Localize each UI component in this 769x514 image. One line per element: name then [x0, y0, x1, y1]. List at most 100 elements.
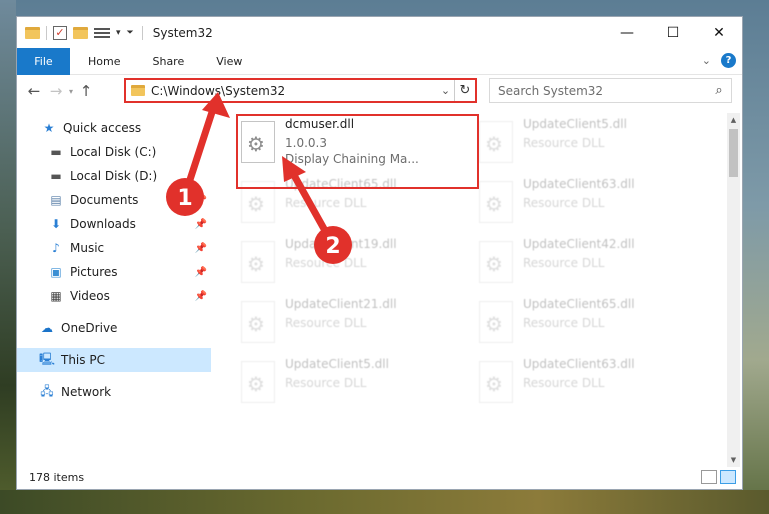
properties-check-icon[interactable]: ✓	[53, 25, 67, 40]
chevron-down-icon[interactable]: ⌄	[437, 80, 455, 101]
file-description: Resource DLL	[523, 136, 605, 150]
address-path[interactable]: C:\Windows\System32	[151, 84, 437, 98]
expand-ribbon-icon[interactable]: ⌄	[702, 54, 711, 67]
file-name: UpdateClient65.dll	[285, 177, 397, 191]
pin-icon[interactable]: 📌	[195, 219, 207, 230]
sidebar-item-local-disk-c[interactable]: ▬ Local Disk (C:)	[17, 140, 211, 164]
sidebar-item-network[interactable]: 🖧 Network	[17, 380, 211, 404]
divider	[141, 25, 143, 40]
sidebar-item-label: Local Disk (D:)	[70, 169, 158, 183]
window-controls: — ☐ ✕	[604, 17, 742, 48]
sidebar-item-label: Local Disk (C:)	[70, 145, 157, 159]
dll-file-icon: ⚙	[479, 121, 513, 163]
pin-icon[interactable]: 📌	[195, 291, 207, 302]
ribbon-tabs: File Home Share View ⌄ ?	[17, 47, 742, 75]
videos-icon: ▦	[50, 289, 62, 303]
drive-icon: ▬	[50, 169, 62, 183]
file-item[interactable]: ⚙ UpdateClient5.dll Resource DLL	[237, 355, 463, 413]
scroll-up-icon[interactable]: ▲	[727, 113, 740, 127]
pin-icon[interactable]: 📌	[195, 243, 207, 254]
search-placeholder[interactable]: Search System32	[498, 84, 707, 98]
file-name: UpdateClient65.dll	[523, 297, 635, 311]
file-item[interactable]: ⚙ UpdateClient21.dll Resource DLL	[237, 295, 463, 353]
dll-file-icon: ⚙	[241, 361, 275, 403]
file-description: Display Chaining Ma...	[285, 152, 419, 166]
sidebar-item-label: Music	[70, 241, 105, 255]
dll-file-icon: ⚙	[479, 241, 513, 283]
search-icon[interactable]: ⌕	[707, 83, 731, 98]
file-item[interactable]: ⚙ UpdateClient5.dll Resource DLL	[475, 115, 701, 173]
file-name: UpdateClient42.dll	[523, 237, 635, 251]
this-pc-icon: 🖳	[39, 351, 56, 366]
sidebar-item-label: This PC	[61, 353, 105, 367]
file-name: UpdateClient63.dll	[523, 177, 635, 191]
minimize-button[interactable]: —	[604, 17, 650, 48]
file-description: Resource DLL	[523, 316, 605, 330]
file-name: UpdateClient19.dll	[285, 237, 397, 251]
dll-file-icon: ⚙	[241, 301, 275, 343]
pin-icon[interactable]: 📌	[195, 267, 207, 278]
recent-locations-icon[interactable]: ▾	[69, 87, 73, 96]
desktop-background-bottom	[0, 490, 769, 514]
file-item[interactable]: ⚙ UpdateClient65.dll Resource DLL	[475, 295, 701, 353]
file-item[interactable]: ⚙ UpdateClient42.dll Resource DLL	[475, 235, 701, 293]
file-description: Resource DLL	[523, 196, 605, 210]
dll-file-icon: ⚙	[241, 241, 275, 283]
address-bar[interactable]: C:\Windows\System32 ⌄ ↻	[124, 78, 477, 103]
sidebar-item-local-disk-d[interactable]: ▬ Local Disk (D:)	[17, 164, 211, 188]
file-item-dcmuser[interactable]: ⚙ dcmuser.dll 1.0.0.3 Display Chaining M…	[237, 115, 463, 173]
folder-icon	[25, 26, 40, 39]
music-icon: ♪	[52, 241, 60, 255]
file-item[interactable]: ⚙ UpdateClient63.dll Resource DLL	[475, 175, 701, 233]
file-name: dcmuser.dll	[285, 117, 355, 131]
properties-icon[interactable]	[94, 26, 110, 40]
sidebar-item-pictures[interactable]: ▣ Pictures 📌	[17, 260, 211, 284]
downloads-icon: ⬇	[50, 217, 62, 231]
help-icon[interactable]: ?	[721, 53, 736, 68]
scrollbar-thumb[interactable]	[729, 129, 738, 177]
new-folder-icon[interactable]	[73, 26, 88, 39]
refresh-icon[interactable]: ↻	[455, 83, 475, 98]
sidebar-item-label: Quick access	[63, 121, 142, 135]
sidebar-item-quick-access[interactable]: ★ Quick access	[17, 116, 211, 140]
back-arrow-icon[interactable]: ←	[23, 82, 45, 100]
close-button[interactable]: ✕	[696, 17, 742, 48]
sidebar-item-videos[interactable]: ▦ Videos 📌	[17, 284, 211, 308]
sidebar-item-downloads[interactable]: ⬇ Downloads 📌	[17, 212, 211, 236]
pin-icon[interactable]: 📌	[195, 195, 207, 206]
item-count: 178 items	[29, 470, 85, 484]
pictures-icon: ▣	[50, 265, 62, 279]
dll-file-icon: ⚙	[479, 301, 513, 343]
file-list: ⚙ dcmuser.dll 1.0.0.3 Display Chaining M…	[219, 113, 727, 463]
sidebar-item-music[interactable]: ♪ Music 📌	[17, 236, 211, 260]
maximize-button[interactable]: ☐	[650, 17, 696, 48]
network-icon: 🖧	[40, 383, 54, 398]
forward-arrow-icon[interactable]: →	[45, 82, 67, 100]
vertical-scrollbar[interactable]: ▲ ▼	[727, 113, 740, 467]
large-icons-view-icon[interactable]	[720, 470, 736, 484]
file-name: UpdateClient63.dll	[523, 357, 635, 371]
sidebar-item-onedrive[interactable]: ☁ OneDrive	[17, 316, 211, 340]
up-arrow-icon[interactable]: ↑	[75, 82, 97, 100]
file-item[interactable]: ⚙ UpdateClient65.dll Resource DLL	[237, 175, 463, 233]
chevron-down-icon[interactable]: ▾	[116, 28, 121, 38]
sidebar-item-this-pc[interactable]: 🖳 This PC	[17, 348, 211, 372]
tab-home[interactable]: Home	[70, 55, 136, 68]
dll-file-icon: ⚙	[479, 181, 513, 223]
sidebar-item-label: Pictures	[70, 265, 118, 279]
tab-share[interactable]: Share	[136, 55, 200, 68]
sidebar-item-documents[interactable]: ▤ Documents 📌	[17, 188, 211, 212]
search-input[interactable]: Search System32 ⌕	[489, 78, 732, 103]
file-item[interactable]: ⚙ UpdateClient63.dll Resource DLL	[475, 355, 701, 413]
file-description: Resource DLL	[523, 256, 605, 270]
file-item[interactable]: ⚙ UpdateClient19.dll Resource DLL	[237, 235, 463, 293]
desktop-background	[0, 0, 16, 514]
details-view-icon[interactable]	[701, 470, 717, 484]
tab-file[interactable]: File	[17, 47, 70, 75]
tab-view[interactable]: View	[200, 55, 258, 68]
sidebar-item-label: Documents	[70, 193, 139, 207]
customize-toolbar-icon[interactable]: ⏷	[127, 28, 134, 38]
file-explorer-window: ✓ ▾ ⏷ System32 — ☐ ✕ File Home Share Vie…	[16, 16, 743, 490]
address-row: ← → ▾ ↑ C:\Windows\System32 ⌄ ↻ Search S…	[17, 75, 742, 107]
divider	[46, 25, 47, 40]
